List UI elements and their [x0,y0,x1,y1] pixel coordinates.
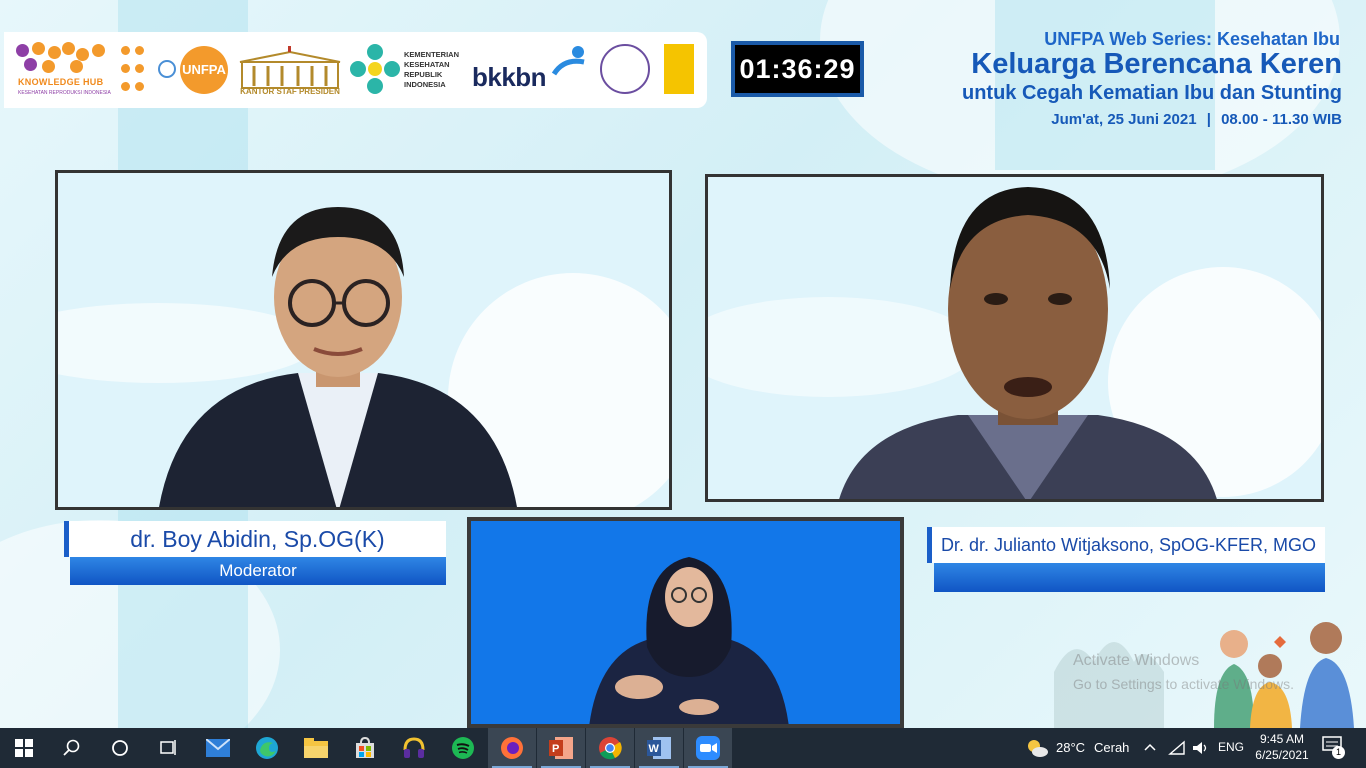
countdown-timer: 01:36:29 [731,41,864,97]
chrome-icon[interactable] [586,728,634,768]
event-schedule: Jum'at, 25 Juni 2021 | 08.00 - 11.30 WIB [1051,111,1342,128]
moderator-video-feed [159,207,517,507]
clock-date: 6/25/2021 [1255,748,1309,762]
store-icon[interactable] [341,728,389,768]
search-icon[interactable] [48,728,96,768]
weather-sun-cloud-icon [1028,740,1048,757]
ksp-label: KANTOR STAF PRESIDEN [240,87,340,96]
cortana-icon[interactable] [96,728,144,768]
event-date: Jum'at, 25 Juni 2021 [1051,111,1197,128]
mail-icon[interactable] [194,728,242,768]
knowledge-hub-logo [4,32,114,108]
event-subtitle: untuk Cegah Kematian Ibu dan Stunting [962,82,1342,104]
clock[interactable]: 9:45 AM 6/25/2021 [1246,731,1318,765]
file-explorer-icon[interactable] [292,728,340,768]
volume-icon[interactable] [1192,740,1210,756]
headset-app-icon[interactable] [390,728,438,768]
bkkbn-logo: bkkbn [472,62,547,92]
notification-count: 1 [1332,746,1345,759]
un-emblem-icon [158,60,176,78]
activate-windows-title: Activate Windows [1073,652,1200,669]
video-sign-interpreter[interactable] [467,517,904,728]
kemenkes-logo-icon [350,44,400,94]
event-time: 08.00 - 11.30 WIB [1221,111,1342,128]
family-illustration [1054,622,1354,728]
spotify-icon[interactable] [439,728,487,768]
speaker-video-feed [839,187,1217,499]
bkkbn-mark-icon [551,46,585,76]
interpreter-video-feed [589,557,789,724]
timer-value: 01:36:29 [735,45,860,93]
video-speaker[interactable] [705,174,1324,502]
clock-time: 9:45 AM [1259,732,1305,746]
windows-taskbar: P W 28°C Cerah ENG 9:45 AM 6/25/2021 1 [0,728,1366,768]
partner-logos-bar: KNOWLEDGE HUB KESEHATAN REPRODUKSI INDON… [4,32,707,108]
powerpoint-icon[interactable]: P [537,728,585,768]
task-view-icon[interactable] [144,728,192,768]
weather-temp: 28°C [1056,740,1086,755]
activate-windows-subtitle: Go to Settings to activate Windows. [1073,676,1294,692]
svg-text:P: P [552,743,559,755]
event-series: UNFPA Web Series: Kesehatan Ibu [1044,29,1340,49]
knowledge-hub-title: KNOWLEDGE HUB [18,77,104,87]
language-indicator[interactable]: ENG [1218,740,1244,754]
event-title: Keluarga Berencana Keren [971,48,1342,80]
pogi-emblem-icon [600,44,650,94]
moderator-name-plate: dr. Boy Abidin, Sp.OG(K) [64,521,446,557]
moderator-role-plate: Moderator [70,557,446,585]
chevron-up-icon[interactable] [1142,740,1158,756]
speaker-role-plate [934,563,1325,592]
edge-icon[interactable] [243,728,291,768]
weather-widget[interactable]: 28°C Cerah [1024,728,1134,768]
university-logo [664,44,694,94]
ksp-building-icon [239,46,341,89]
video-moderator[interactable] [55,170,672,510]
firefox-icon[interactable] [488,728,536,768]
start-icon[interactable] [0,728,48,768]
unfpa-logo: UNFPA [180,46,228,94]
separator: | [1206,111,1211,128]
zoom-icon[interactable] [684,728,732,768]
word-icon[interactable]: W [635,728,683,768]
wifi-icon[interactable] [1168,740,1186,756]
svg-text:W: W [649,743,660,755]
notification-center-icon[interactable]: 1 [1322,736,1346,760]
speaker-name-plate: Dr. dr. Julianto Witjaksono, SpOG-KFER, … [927,527,1325,563]
knowledge-hub-subtitle: KESEHATAN REPRODUKSI INDONESIA [18,90,111,96]
weather-desc: Cerah [1094,740,1130,755]
kemenkes-label: KEMENTERIAN KESEHATAN REPUBLIK INDONESIA [404,50,460,89]
